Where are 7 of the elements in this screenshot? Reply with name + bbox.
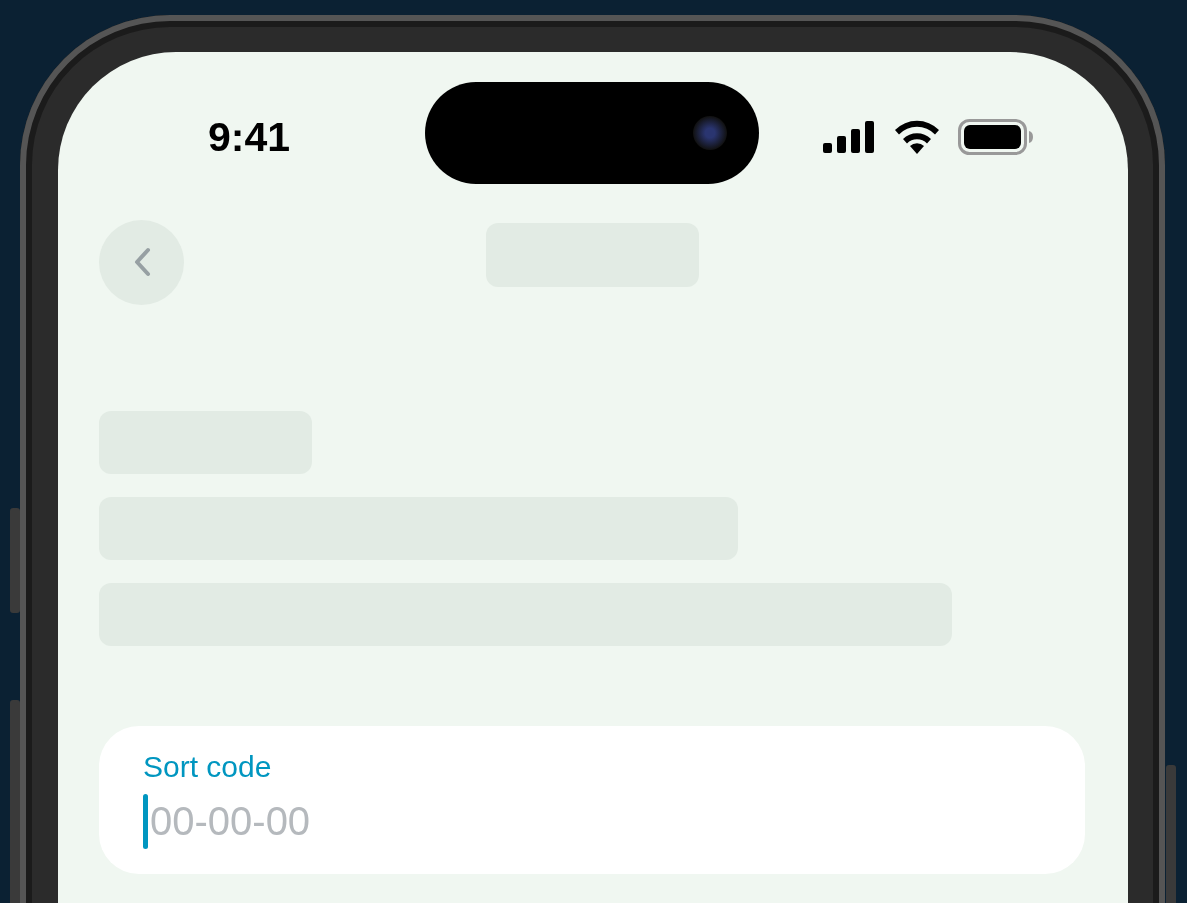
wifi-icon xyxy=(894,120,940,154)
sort-code-input[interactable]: 00-00-00 xyxy=(148,799,750,844)
battery-icon xyxy=(958,119,1034,155)
status-time: 9:41 xyxy=(208,113,291,161)
field-label: Sort code xyxy=(143,750,273,784)
signal-icon xyxy=(823,121,876,153)
camera-icon xyxy=(693,116,727,150)
